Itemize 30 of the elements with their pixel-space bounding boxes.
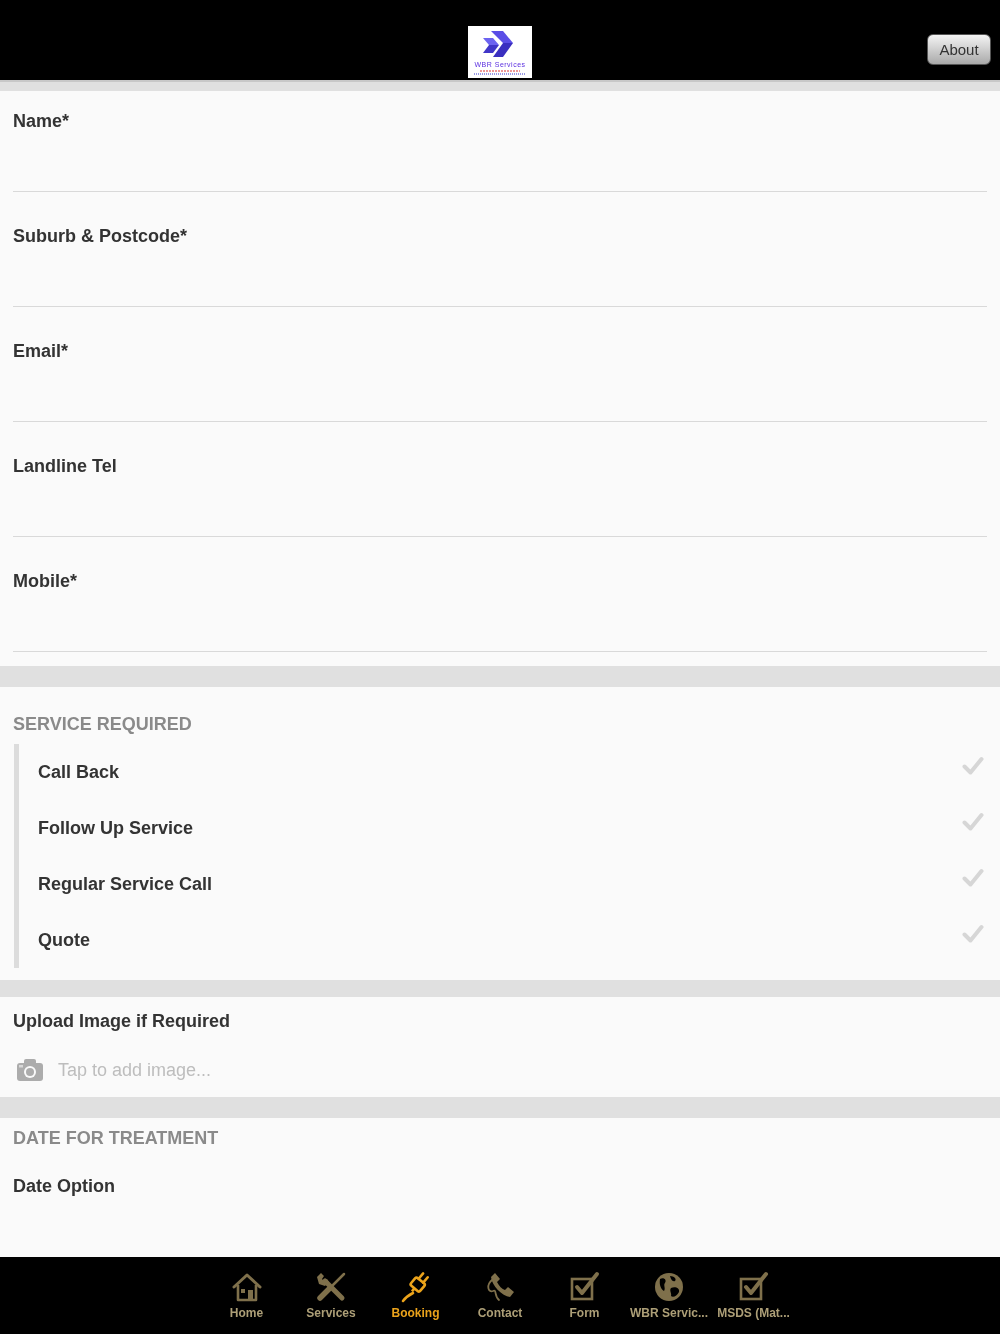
checkbox-icon [737,1271,770,1303]
field-label: Email* [13,341,69,361]
checkbox-icon [568,1271,601,1303]
tab-button[interactable]: WBR Servic... [626,1257,712,1334]
logo-tagline-drawing [472,70,528,75]
option-row[interactable]: Follow Up Service [19,800,1000,856]
field-label: Suburb & Postcode* [13,226,187,246]
option-row[interactable]: Quote [19,912,1000,968]
tab-button[interactable]: MSDS (Mat... [711,1257,796,1334]
tab-button[interactable]: Services [288,1257,374,1334]
tab-button[interactable]: Form [542,1257,627,1334]
option-row[interactable]: Call Back [19,744,1000,800]
tab-button[interactable]: Booking [373,1257,458,1334]
about-button[interactable]: About [927,34,991,65]
plug-icon [399,1271,432,1303]
camera-icon [17,1059,43,1081]
section-heading: DATE FOR TREATMENT [13,1128,219,1148]
field-label: Mobile* [13,571,77,591]
tab-button[interactable]: Contact [457,1257,543,1334]
wrench-screwdriver-icon [315,1271,347,1303]
globe-icon [653,1271,685,1303]
phone-icon [484,1271,516,1303]
section-heading: SERVICE REQUIRED [13,714,192,734]
tab-button[interactable]: Home [204,1257,289,1334]
field-label: Name* [13,111,70,131]
field-label: Upload Image if Required [13,1011,231,1031]
house-icon [230,1271,263,1303]
field-label: Date Option [13,1176,115,1196]
option-row[interactable]: Regular Service Call [19,856,1000,912]
field-label: Landline Tel [13,456,117,476]
